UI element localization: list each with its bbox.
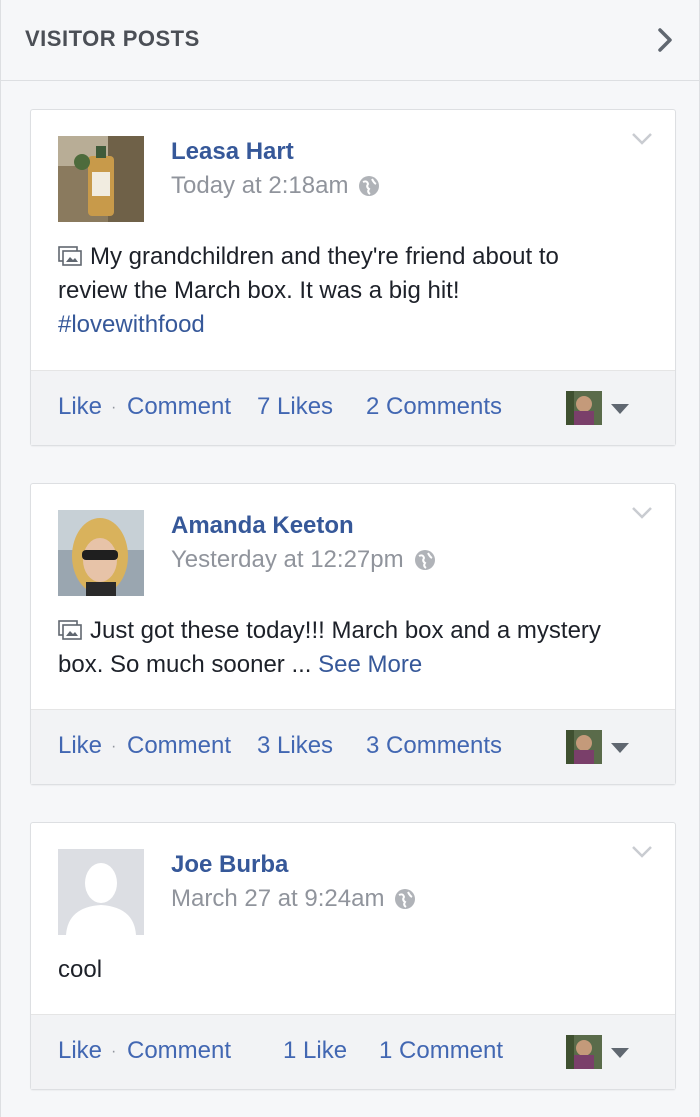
separator-dot: · xyxy=(111,1043,117,1060)
caret-down-icon[interactable] xyxy=(611,1048,629,1058)
separator-dot: · xyxy=(111,399,117,416)
author-name[interactable]: Leasa Hart xyxy=(171,138,294,166)
globe-icon xyxy=(414,550,435,570)
hashtag-link[interactable]: #lovewithfood xyxy=(58,311,205,338)
author-name[interactable]: Amanda Keeton xyxy=(171,512,354,540)
post-meta: Yesterday at 12:27pm xyxy=(171,546,436,574)
avatar[interactable] xyxy=(58,136,144,222)
post-actions: Like · Comment 1 Like 1 Comment xyxy=(31,1014,675,1089)
see-more-link[interactable]: See More xyxy=(318,651,422,678)
likes-count[interactable]: 1 Like xyxy=(283,1037,347,1065)
globe-icon xyxy=(359,176,380,196)
comments-count[interactable]: 3 Comments xyxy=(366,732,502,760)
post-timestamp[interactable]: Yesterday at 12:27pm xyxy=(171,546,404,574)
photo-post-icon xyxy=(58,246,82,266)
caret-down-icon[interactable] xyxy=(611,743,629,753)
post-card: Joe Burba March 27 at 9:24am cool Like ·… xyxy=(30,822,676,1090)
chevron-down-icon[interactable] xyxy=(631,506,653,520)
post-timestamp[interactable]: March 27 at 9:24am xyxy=(171,885,384,913)
post-card: Amanda Keeton Yesterday at 12:27pm Just … xyxy=(30,483,676,785)
separator-dot: · xyxy=(111,738,117,755)
comments-count[interactable]: 2 Comments xyxy=(366,393,502,421)
post-actions: Like · Comment 7 Likes 2 Comments xyxy=(31,370,675,445)
post-actions: Like · Comment 3 Likes 3 Comments xyxy=(31,709,675,784)
post-timestamp[interactable]: Today at 2:18am xyxy=(171,172,348,200)
globe-icon xyxy=(395,889,416,909)
post-text-line: Just got these today!!! March box and a … xyxy=(90,617,601,644)
post-meta: Today at 2:18am xyxy=(171,172,380,200)
author-name[interactable]: Joe Burba xyxy=(171,851,288,879)
like-button[interactable]: Like xyxy=(58,732,102,760)
comment-button[interactable]: Comment xyxy=(127,732,231,760)
like-button[interactable]: Like xyxy=(58,1037,102,1065)
comment-button[interactable]: Comment xyxy=(127,393,231,421)
comment-button[interactable]: Comment xyxy=(127,1037,231,1065)
panel-title: VISITOR POSTS xyxy=(25,26,200,51)
post-text-line: cool xyxy=(58,956,103,983)
panel-header[interactable]: VISITOR POSTS xyxy=(1,0,699,81)
chevron-down-icon[interactable] xyxy=(631,845,653,859)
avatar[interactable] xyxy=(58,510,144,596)
likes-count[interactable]: 3 Likes xyxy=(257,732,333,760)
visitor-posts-panel: VISITOR POSTS Leasa Hart Today at 2:18am xyxy=(0,0,700,1117)
post-text: My grandchildren and they're friend abou… xyxy=(58,240,655,342)
post-meta: March 27 at 9:24am xyxy=(171,885,416,913)
page-avatar[interactable] xyxy=(566,1035,602,1069)
post-card: Leasa Hart Today at 2:18am My grandchild… xyxy=(30,109,676,446)
post-text: Just got these today!!! March box and a … xyxy=(58,614,655,682)
default-avatar[interactable] xyxy=(58,849,144,935)
chevron-down-icon[interactable] xyxy=(631,132,653,146)
page-avatar[interactable] xyxy=(566,730,602,764)
post-text: cool xyxy=(58,953,655,987)
likes-count[interactable]: 7 Likes xyxy=(257,393,333,421)
page-avatar[interactable] xyxy=(566,391,602,425)
post-text-line: My grandchildren and they're friend abou… xyxy=(90,243,559,270)
comments-count[interactable]: 1 Comment xyxy=(379,1037,503,1065)
caret-down-icon[interactable] xyxy=(611,404,629,414)
like-button[interactable]: Like xyxy=(58,393,102,421)
post-text-line: review the March box. It was a big hit! xyxy=(58,277,460,304)
post-text-line: box. So much sooner ... xyxy=(58,651,312,678)
chevron-right-icon[interactable] xyxy=(655,26,675,54)
photo-post-icon xyxy=(58,620,82,640)
